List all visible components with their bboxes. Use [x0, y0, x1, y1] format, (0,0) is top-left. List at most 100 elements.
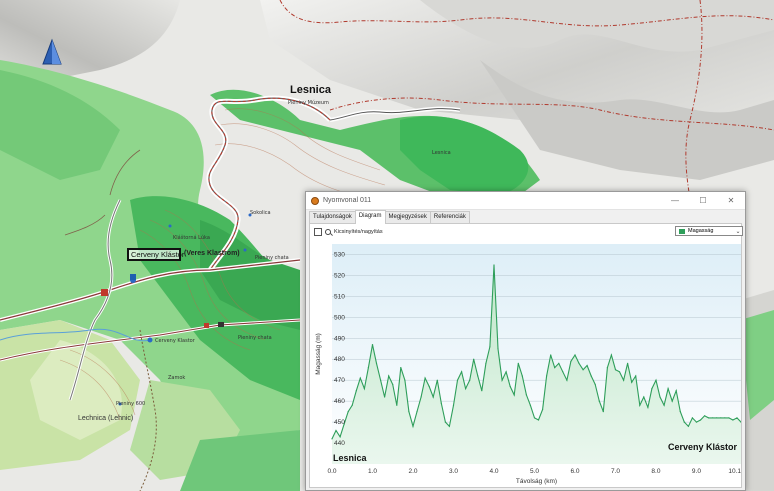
- tab-bar: Tulajdonságok Diagram Megjegyzések Refer…: [309, 210, 470, 224]
- end-annotation: Cerveny Klástor: [668, 442, 738, 452]
- elevation-point: [461, 371, 463, 373]
- elevation-point: [501, 379, 503, 381]
- elevation-point: [505, 371, 507, 373]
- y-tick-label: 520: [334, 272, 345, 279]
- poi-label: Pieniny Múzeum: [288, 100, 329, 106]
- elevation-point: [448, 425, 450, 427]
- elevation-point: [420, 396, 422, 398]
- elevation-point: [367, 367, 369, 369]
- y-tick-label: 500: [334, 314, 345, 321]
- close-button[interactable]: ✕: [717, 196, 745, 205]
- y-tick-label: 440: [334, 440, 345, 447]
- tab-references[interactable]: Referenciák: [429, 211, 470, 223]
- track-properties-window: Nyomvonal 011 — ☐ ✕ Tulajdonságok Diagra…: [305, 191, 746, 491]
- town-label-lesnica: Lesnica: [290, 84, 331, 96]
- elevation-point: [335, 429, 337, 432]
- elevation-point: [347, 411, 349, 413]
- series-color-swatch: [679, 228, 685, 234]
- elevation-point: [647, 406, 649, 408]
- poi-label: Sokolica: [250, 210, 271, 216]
- maximize-button[interactable]: ☐: [689, 196, 717, 205]
- elevation-point: [695, 421, 698, 423]
- elevation-point: [392, 383, 394, 385]
- elevation-point: [416, 411, 418, 413]
- elevation-point: [614, 369, 617, 371]
- x-tick-label: 7.0: [611, 468, 620, 475]
- elevation-point: [400, 367, 402, 369]
- elevation-point: [550, 354, 552, 356]
- elevation-point: [724, 417, 726, 419]
- x-tick-label: 8.0: [651, 468, 660, 475]
- elevation-point: [456, 379, 459, 381]
- elevation-point: [408, 411, 410, 413]
- elevation-point: [602, 411, 604, 413]
- elevation-point: [627, 362, 629, 364]
- minimize-button[interactable]: —: [661, 196, 689, 205]
- x-tick-label: 4.0: [489, 468, 498, 475]
- elevation-point: [371, 344, 374, 346]
- zoom-toggle[interactable]: Kicsinyítés/nagyítás: [314, 228, 383, 236]
- elevation-point: [380, 379, 382, 381]
- elevation-point: [663, 404, 665, 406]
- x-tick-label: 2.0: [408, 468, 417, 475]
- elevation-point: [384, 396, 386, 398]
- elevation-chart[interactable]: 440 450 460 470 480 490 500 510 520 530 0.0 1.0 2.0…: [310, 238, 741, 487]
- y-tick-label: 530: [334, 251, 345, 258]
- x-tick-label: 9.0: [692, 468, 701, 475]
- tab-properties[interactable]: Tulajdonságok: [309, 211, 356, 223]
- x-tick-label: 10.1: [728, 468, 741, 475]
- poi-label: Pieniny chata: [255, 255, 289, 261]
- elevation-point: [428, 385, 430, 388]
- elevation-point: [339, 436, 341, 438]
- series-dropdown[interactable]: Magasság ⌄: [675, 226, 743, 236]
- town-label-lechnica: Lechnica (Lehnic): [78, 415, 134, 422]
- elevation-point: [570, 360, 572, 362]
- tab-diagram[interactable]: Diagram: [354, 210, 386, 224]
- elevation-point: [606, 367, 608, 369]
- elevation-point: [432, 396, 434, 398]
- elevation-point: [671, 400, 673, 402]
- elevation-point: [331, 438, 333, 440]
- elevation-point: [712, 417, 714, 419]
- elevation-point: [477, 375, 479, 377]
- poi-label: Pieniny chata: [238, 335, 272, 341]
- y-tick-label: 450: [334, 419, 345, 426]
- tab-notes[interactable]: Megjegyzések: [384, 211, 431, 223]
- elevation-point: [720, 417, 722, 419]
- place-label-suffix: (Veres Klastrom): [184, 250, 240, 257]
- elevation-point: [716, 417, 718, 419]
- elevation-point: [351, 404, 353, 406]
- x-tick-labels: 0.0 1.0 2.0 3.0 4.0 5.0 6.0 7.0 8.0 9.0 10.1: [327, 468, 741, 475]
- window-title: Nyomvonal 011: [323, 197, 372, 204]
- start-annotation: Lesnica: [333, 453, 368, 463]
- elevation-point: [444, 421, 446, 423]
- elevation-point: [594, 383, 596, 385]
- elevation-point: [525, 394, 527, 396]
- elevation-point: [562, 371, 564, 373]
- elevation-point: [497, 348, 499, 350]
- poi-label: Pieniny 600: [116, 401, 146, 407]
- elevation-point: [404, 379, 406, 381]
- title-bar[interactable]: Nyomvonal 011 — ☐ ✕: [306, 192, 745, 210]
- elevation-point: [375, 362, 378, 364]
- elevation-point: [440, 402, 442, 404]
- place-label-cerveny-klastor[interactable]: Cerveny Klástor: [131, 250, 184, 259]
- zoom-checkbox[interactable]: [314, 228, 322, 236]
- elevation-point: [639, 404, 641, 406]
- elevation-point: [554, 367, 556, 369]
- elevation-point: [412, 425, 414, 427]
- elevation-point: [732, 419, 734, 421]
- elevation-point: [452, 404, 455, 406]
- elevation-point: [546, 375, 548, 377]
- elevation-point: [623, 379, 625, 381]
- elevation-point: [631, 381, 633, 383]
- y-tick-label: 510: [334, 293, 345, 300]
- elevation-point: [363, 388, 365, 390]
- elevation-point: [651, 388, 653, 390]
- elevation-point: [655, 379, 657, 381]
- y-axis-title: Magasság (m): [315, 333, 322, 375]
- x-tick-label: 5.0: [530, 468, 539, 475]
- elevation-point: [469, 379, 471, 381]
- elevation-point: [489, 346, 491, 348]
- elevation-point: [436, 379, 438, 381]
